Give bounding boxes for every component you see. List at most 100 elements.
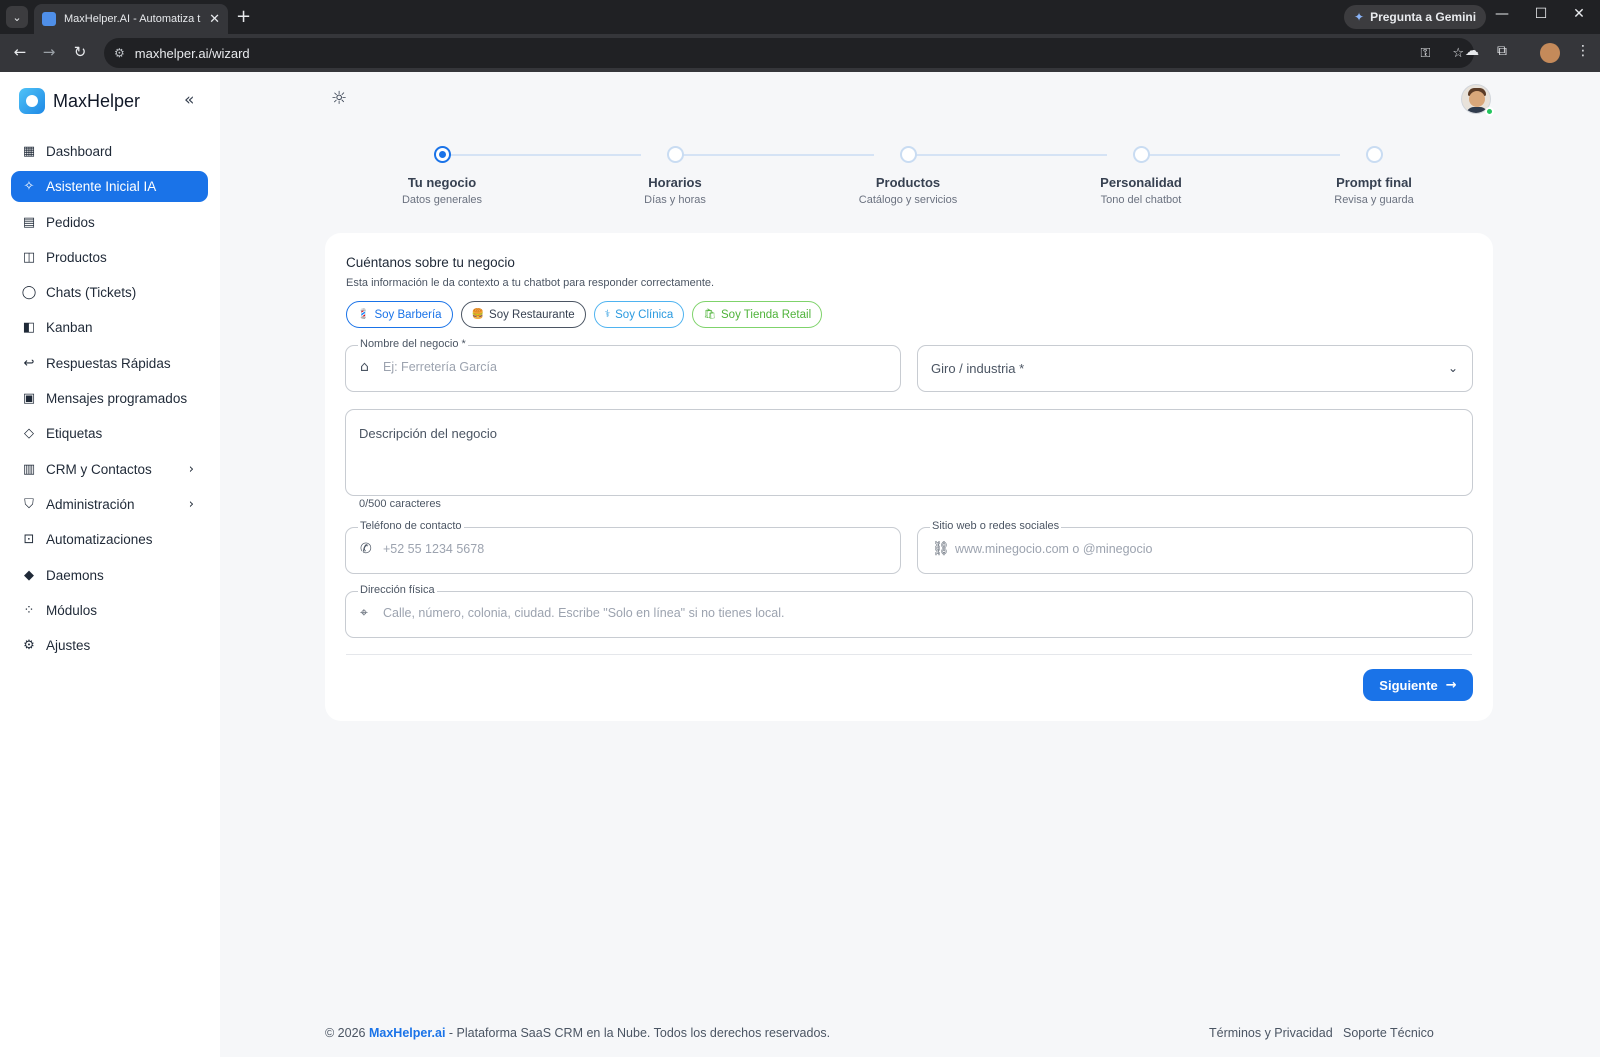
site-settings-icon[interactable]: ⚙ (114, 46, 125, 60)
gemini-button[interactable]: ✦ Pregunta a Gemini (1344, 5, 1487, 29)
sidebar-item-administracion[interactable]: ⛉ Administración › (11, 489, 208, 520)
close-tab-icon[interactable]: ✕ (209, 12, 220, 27)
field-label: Descripción del negocio (359, 426, 498, 441)
password-key-icon[interactable]: ⚿ (1420, 46, 1430, 61)
industry-select[interactable]: Giro / industria * ⌄ (917, 345, 1473, 392)
next-button-label: Siguiente (1379, 677, 1438, 693)
phone-field[interactable]: Teléfono de contacto ✆ (345, 520, 901, 574)
step-subtitle: Tono del chatbot (1100, 194, 1182, 206)
tab-search-icon[interactable]: ⌄ (6, 6, 28, 28)
sidebar-item-pedidos[interactable]: ▤ Pedidos (11, 207, 208, 238)
favicon-icon (42, 12, 56, 26)
sidebar-item-daemons[interactable]: ◆ Daemons (11, 560, 208, 591)
address-field[interactable]: Dirección física ⌖ (345, 584, 1473, 638)
step-horarios[interactable]: Horarios Días y horas (590, 143, 760, 206)
link-icon: ⛓ (932, 541, 950, 557)
close-window-icon[interactable]: ✕ (1567, 6, 1591, 22)
new-tab-icon[interactable]: + (236, 6, 251, 28)
brand-name: MaxHelper (53, 90, 141, 111)
description-textarea[interactable]: Descripción del negocio (345, 409, 1473, 496)
sidebar-item-modulos[interactable]: ⁘ Módulos (11, 595, 208, 626)
sidebar-item-dashboard[interactable]: ▦ Dashboard (11, 136, 208, 167)
address-input[interactable] (383, 606, 1458, 620)
reload-icon[interactable]: ↻ (70, 43, 90, 61)
arrow-right-icon: → (1445, 677, 1457, 693)
cloud-icon[interactable]: ☁ (1465, 43, 1479, 59)
website-field[interactable]: Sitio web o redes sociales ⛓ (917, 520, 1473, 574)
sidebar-item-asistente[interactable]: ✧ Asistente Inicial IA (11, 171, 208, 203)
sidebar-item-etiquetas[interactable]: ◇ Etiquetas (11, 418, 208, 449)
shopping-bags-icon: 🛍 (703, 309, 716, 320)
whatsapp-icon: ◯ (21, 285, 37, 301)
calendar-icon: ▣ (22, 391, 36, 407)
step-prompt-final[interactable]: Prompt final Revisa y guarda (1289, 143, 1459, 206)
field-label: Sitio web o redes sociales (930, 520, 1062, 532)
preset-clinica-button[interactable]: ⚕ Soy Clínica (593, 301, 685, 328)
sidebar-item-label: Chats (Tickets) (46, 285, 137, 301)
collapse-sidebar-icon[interactable]: « (184, 90, 194, 110)
dashboard-icon: ▦ (22, 144, 36, 159)
browser-menu-icon[interactable]: ⋮ (1576, 43, 1590, 59)
gemini-label: Pregunta a Gemini (1370, 10, 1477, 24)
wand-icon: ✧ (23, 179, 35, 195)
sidebar-item-automatizaciones[interactable]: ⊡ Automatizaciones (11, 524, 208, 555)
next-button[interactable]: Siguiente → (1363, 669, 1473, 701)
step-personalidad[interactable]: Personalidad Tono del chatbot (1056, 143, 1226, 206)
step-title: Prompt final (1336, 175, 1412, 190)
preset-restaurante-button[interactable]: 🍔 Soy Restaurante (460, 301, 586, 328)
step-indicator (1132, 146, 1150, 163)
theme-toggle-sun-icon[interactable]: ☼ (331, 88, 347, 109)
business-name-field[interactable]: Nombre del negocio * ⌂ (345, 338, 901, 392)
field-label: Teléfono de contacto (358, 520, 464, 532)
sidebar-item-crm[interactable]: ▥ CRM y Contactos › (11, 454, 208, 485)
copyright-year: © 2026 (325, 1026, 366, 1040)
avatar-face (1469, 91, 1485, 107)
kanban-icon: ◧ (22, 320, 36, 336)
sidebar-item-kanban[interactable]: ◧ Kanban (11, 312, 208, 343)
maximize-icon[interactable]: ☐ (1529, 6, 1553, 22)
sidebar-item-label: Respuestas Rápidas (46, 355, 171, 371)
step-tu-negocio[interactable]: Tu negocio Datos generales (357, 143, 527, 206)
contacts-icon: ▥ (22, 461, 36, 477)
sidebar-item-respuestas[interactable]: ↩ Respuestas Rápidas (11, 348, 208, 379)
address-bar[interactable]: ⚙ maxhelper.ai/wizard ⚿ ☆ (104, 38, 1474, 68)
gear-icon: ⚙ (23, 638, 35, 654)
extensions-icon[interactable]: ⧉ (1497, 43, 1507, 59)
step-indicator-active (433, 146, 451, 163)
sidebar-item-label: Mensajes programados (46, 391, 188, 407)
bookmark-star-icon[interactable]: ☆ (1452, 46, 1464, 61)
modules-icon: ⁘ (23, 602, 35, 618)
brand[interactable]: MaxHelper (19, 88, 140, 114)
phone-input[interactable] (383, 542, 886, 556)
preset-tienda-retail-button[interactable]: 🛍 Soy Tienda Retail (692, 301, 823, 328)
chevron-right-icon: › (188, 496, 194, 512)
field-label: Dirección física (358, 584, 437, 596)
shield-user-icon: ⛉ (24, 496, 34, 512)
website-input[interactable] (955, 542, 1458, 556)
preset-barberia-button[interactable]: 💈 Soy Barbería (346, 301, 453, 328)
step-productos[interactable]: Productos Catálogo y servicios (823, 143, 993, 206)
terms-link[interactable]: Términos y Privacidad (1209, 1026, 1333, 1040)
step-indicator (1365, 146, 1383, 163)
sidebar-item-label: CRM y Contactos (46, 461, 152, 477)
back-icon[interactable]: ← (10, 43, 30, 61)
sidebar-item-label: Etiquetas (46, 426, 103, 442)
sidebar-item-mensajes[interactable]: ▣ Mensajes programados (11, 383, 208, 414)
step-subtitle: Días y horas (644, 194, 706, 206)
sidebar-item-chats[interactable]: ◯ Chats (Tickets) (11, 277, 208, 308)
step-title: Tu negocio (407, 175, 477, 190)
sidebar-item-productos[interactable]: ◫ Productos (11, 242, 208, 273)
support-link[interactable]: Soporte Técnico (1343, 1026, 1434, 1040)
character-counter: 0/500 caracteres (359, 498, 441, 510)
step-subtitle: Revisa y guarda (1334, 194, 1414, 206)
browser-tab[interactable]: MaxHelper.AI - Automatiza tu a ✕ (34, 4, 228, 34)
forward-icon[interactable]: → (39, 43, 59, 61)
sidebar-item-ajustes[interactable]: ⚙ Ajustes (11, 630, 208, 661)
browser-tab-strip: ⌄ MaxHelper.AI - Automatiza tu a ✕ + ✦ P… (0, 0, 1600, 34)
browser-profile-avatar[interactable] (1540, 43, 1560, 63)
shopping-bag-icon: ◫ (22, 249, 36, 265)
form-divider (346, 654, 1472, 655)
footer-brand-link[interactable]: MaxHelper.ai (369, 1026, 445, 1040)
business-name-input[interactable] (383, 360, 886, 374)
minimize-icon[interactable]: — (1490, 6, 1514, 22)
